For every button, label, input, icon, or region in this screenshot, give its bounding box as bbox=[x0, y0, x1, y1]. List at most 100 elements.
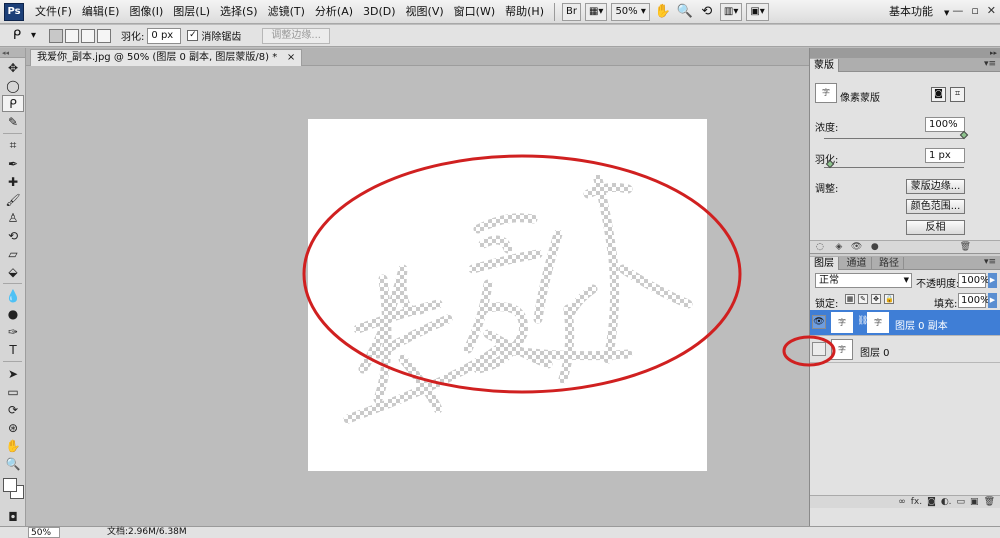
paint-bucket-tool-icon[interactable]: ⬙ bbox=[2, 263, 24, 280]
layer-mask-thumbnail[interactable]: 字 bbox=[867, 312, 889, 333]
layers-panel-menu-icon[interactable]: ▾≡ bbox=[984, 256, 996, 269]
lasso-preset-icon[interactable]: ᑭ bbox=[9, 28, 25, 44]
menu-edit[interactable]: 编辑(E) bbox=[77, 0, 125, 24]
menu-image[interactable]: 图像(I) bbox=[124, 0, 168, 24]
mask-edge-button[interactable]: 蒙版边缘... bbox=[906, 179, 965, 194]
pixel-mask-button[interactable]: ◙ bbox=[931, 87, 946, 102]
blur-tool-icon[interactable]: 💧 bbox=[2, 287, 24, 304]
collapse-panels-icon[interactable]: ▸▸ bbox=[810, 48, 1000, 58]
menu-view[interactable]: 视图(V) bbox=[401, 0, 449, 24]
shape-tool-icon[interactable]: ▭ bbox=[2, 383, 24, 400]
type-tool-icon[interactable]: T bbox=[2, 341, 24, 358]
tab-layers[interactable]: 图层 bbox=[810, 257, 839, 271]
close-icon[interactable]: ✕ bbox=[987, 4, 996, 17]
quick-select-tool-icon[interactable]: ✎ bbox=[2, 113, 24, 130]
lock-pixels-icon[interactable]: ✎ bbox=[858, 294, 868, 304]
lock-position-icon[interactable]: ✥ bbox=[871, 294, 881, 304]
brush-tool-icon[interactable]: 🖌 bbox=[2, 191, 24, 208]
opacity-input[interactable]: 100% bbox=[958, 273, 990, 288]
density-input[interactable]: 100% bbox=[925, 117, 965, 132]
tab-paths[interactable]: 路径 bbox=[875, 257, 904, 271]
move-tool-icon[interactable]: ✥ bbox=[2, 59, 24, 76]
tab-channels[interactable]: 通道 bbox=[843, 257, 872, 271]
menu-window[interactable]: 窗口(W) bbox=[449, 0, 500, 24]
tab-masks[interactable]: 蒙版 bbox=[810, 59, 839, 73]
blend-mode-select[interactable]: 正常 ▼ bbox=[815, 273, 912, 288]
close-document-icon[interactable]: × bbox=[287, 50, 295, 66]
canvas-area[interactable] bbox=[27, 67, 809, 526]
vector-mask-button[interactable]: ⌗ bbox=[950, 87, 965, 102]
toggle-mask-icon[interactable]: 👁 bbox=[851, 242, 862, 252]
eraser-tool-icon[interactable]: ▱ bbox=[2, 245, 24, 262]
lock-all-icon[interactable]: 🔒 bbox=[884, 294, 894, 304]
add-mask-icon[interactable]: ◙ bbox=[927, 496, 936, 508]
menu-select[interactable]: 选择(S) bbox=[215, 0, 263, 24]
zoom-level-select[interactable]: 50% ▾ bbox=[611, 2, 650, 21]
antialias-checkbox[interactable]: ✓ bbox=[187, 30, 199, 41]
apply-mask-icon[interactable]: ◈ bbox=[835, 242, 842, 252]
rotate-view-icon[interactable]: ⟲ bbox=[699, 4, 715, 20]
menu-3d[interactable]: 3D(D) bbox=[358, 0, 401, 24]
menu-analysis[interactable]: 分析(A) bbox=[310, 0, 358, 24]
new-layer-icon[interactable]: ▣ bbox=[970, 496, 979, 508]
fill-input[interactable]: 100% bbox=[958, 293, 990, 308]
menu-layer[interactable]: 图层(L) bbox=[168, 0, 215, 24]
history-brush-tool-icon[interactable]: ⟲ bbox=[2, 227, 24, 244]
zoom-icon[interactable]: 🔍 bbox=[677, 4, 693, 20]
restore-icon[interactable]: ▫ bbox=[971, 4, 978, 17]
load-selection-icon[interactable]: ◌ bbox=[816, 242, 824, 252]
delete-layer-icon[interactable]: 🗑 bbox=[984, 496, 995, 508]
3d-rotate-tool-icon[interactable]: ⟳ bbox=[2, 401, 24, 418]
subtract-selection-icon[interactable] bbox=[81, 28, 96, 43]
workspace-chevron-icon[interactable]: ▼ bbox=[944, 9, 949, 17]
new-group-icon[interactable]: ▭ bbox=[957, 496, 966, 508]
mask-feather-input[interactable]: 1 px bbox=[925, 148, 965, 163]
3d-orbit-tool-icon[interactable]: ⊛ bbox=[2, 419, 24, 436]
stamp-tool-icon[interactable]: ♙ bbox=[2, 209, 24, 226]
feather-input[interactable]: 0 px bbox=[147, 27, 182, 44]
feather-slider[interactable] bbox=[824, 159, 964, 169]
minimize-icon[interactable]: — bbox=[952, 4, 963, 17]
menu-help[interactable]: 帮助(H) bbox=[500, 0, 549, 24]
preset-chevron-icon[interactable]: ▾ bbox=[31, 30, 36, 41]
disable-mask-icon[interactable]: ● bbox=[871, 242, 879, 252]
invert-button[interactable]: 反相 bbox=[906, 220, 965, 235]
density-slider[interactable] bbox=[824, 130, 969, 140]
marquee-tool-icon[interactable]: ◯ bbox=[2, 77, 24, 94]
layer-style-icon[interactable]: fx. bbox=[911, 496, 922, 508]
refine-edge-button[interactable]: 调整边缘... bbox=[262, 27, 330, 44]
lasso-tool-icon[interactable]: ᑭ bbox=[2, 95, 24, 112]
fill-chevron-icon[interactable]: ▶ bbox=[988, 293, 997, 308]
density-slider-thumb[interactable] bbox=[959, 130, 969, 140]
view-extras-button[interactable]: ▦▾ bbox=[584, 2, 608, 21]
eye-icon[interactable]: 👁 bbox=[812, 315, 826, 329]
add-selection-icon[interactable] bbox=[65, 28, 80, 43]
document-info[interactable]: 文档:2.96M/6.38M bbox=[107, 527, 187, 538]
color-range-button[interactable]: 颜色范围... bbox=[906, 199, 965, 214]
menu-filter[interactable]: 滤镜(T) bbox=[263, 0, 310, 24]
intersect-selection-icon[interactable] bbox=[97, 28, 112, 43]
hand-tool-icon[interactable]: ✋ bbox=[2, 437, 24, 454]
hand-icon[interactable]: ✋ bbox=[655, 4, 671, 20]
quick-mask-icon[interactable]: ◘ bbox=[2, 508, 24, 525]
delete-mask-icon[interactable]: 🗑 bbox=[960, 241, 971, 253]
bridge-button[interactable]: Br bbox=[561, 2, 581, 21]
link-layers-icon[interactable]: ∞ bbox=[898, 496, 906, 508]
new-selection-icon[interactable] bbox=[49, 28, 64, 43]
status-zoom-field[interactable]: 50% bbox=[28, 527, 60, 538]
dodge-tool-icon[interactable]: ● bbox=[2, 305, 24, 322]
foreground-color-swatch[interactable] bbox=[3, 478, 17, 492]
menu-file[interactable]: 文件(F) bbox=[30, 0, 77, 24]
eyedropper-tool-icon[interactable]: ✒ bbox=[2, 155, 24, 172]
zoom-tool-icon[interactable]: 🔍 bbox=[2, 455, 24, 472]
adjustment-layer-icon[interactable]: ◐. bbox=[941, 496, 952, 508]
tools-panel-grip[interactable]: ◂◂ bbox=[0, 48, 25, 58]
path-select-tool-icon[interactable]: ➤ bbox=[2, 365, 24, 382]
screen-mode-button[interactable]: ▣▾ bbox=[746, 2, 769, 21]
lock-transparency-icon[interactable]: ▦ bbox=[845, 294, 855, 304]
workspace-switcher[interactable]: 基本功能 bbox=[889, 0, 933, 24]
crop-tool-icon[interactable]: ⌗ bbox=[2, 137, 24, 154]
arrange-documents-button[interactable]: ▥▾ bbox=[719, 2, 743, 21]
pen-tool-icon[interactable]: ✑ bbox=[2, 323, 24, 340]
masks-panel-menu-icon[interactable]: ▾≡ bbox=[984, 58, 996, 71]
